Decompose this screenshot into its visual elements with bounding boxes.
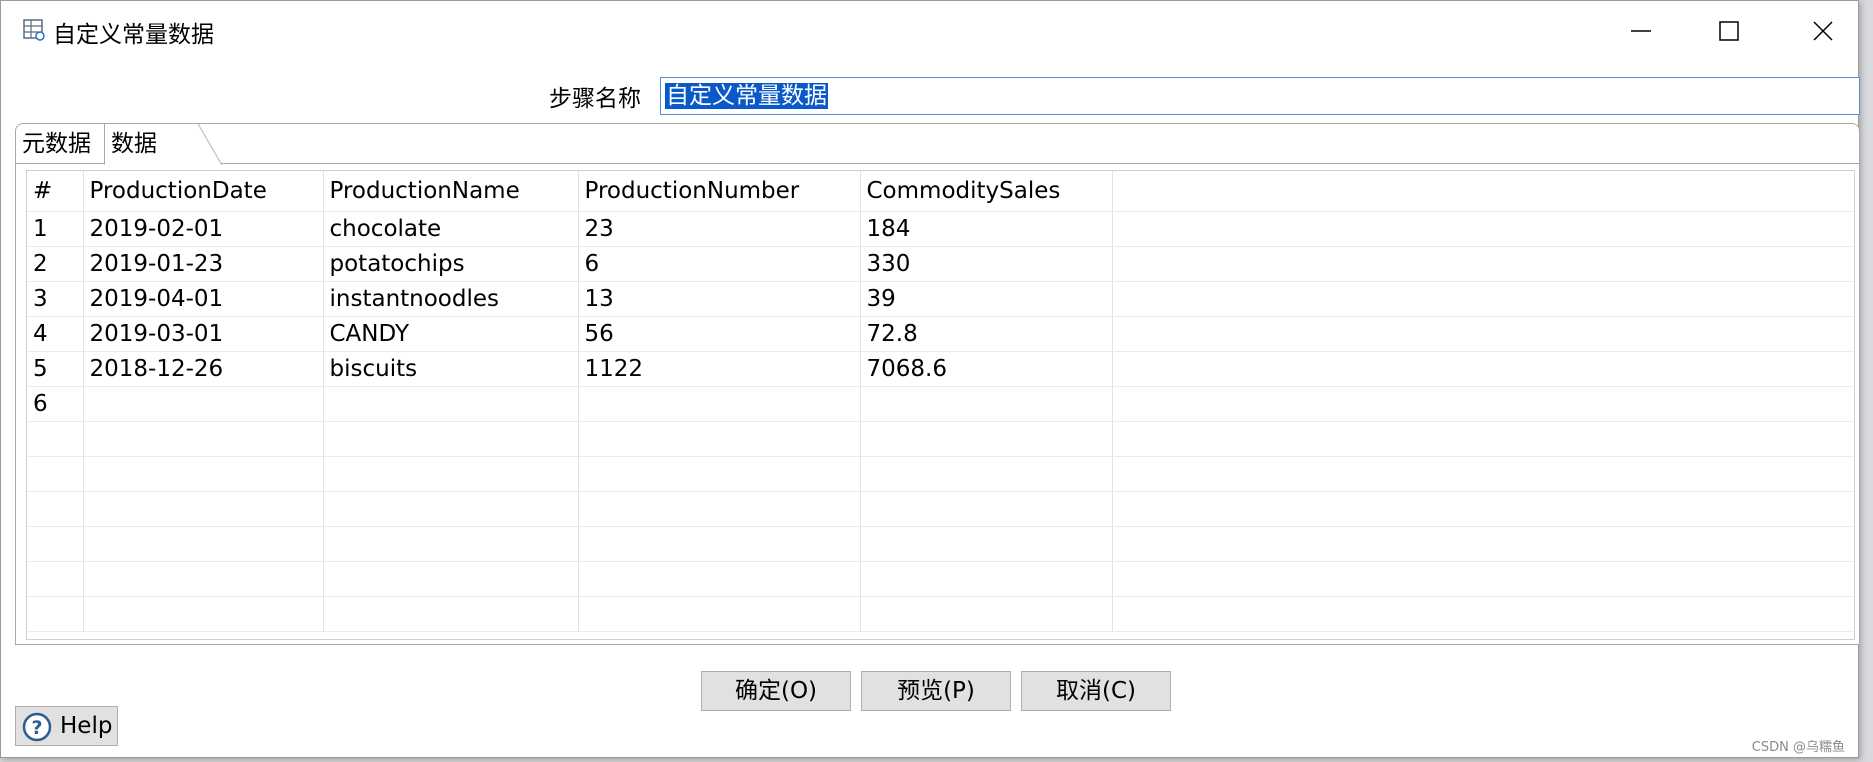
empty-row	[27, 526, 1854, 562]
background-app-strip	[1859, 0, 1873, 762]
table-cell[interactable]: instantnoodles	[323, 281, 579, 317]
table-row[interactable]: 6	[27, 386, 1854, 422]
empty-row	[27, 421, 1854, 457]
row-index-cell[interactable]: 4	[27, 316, 84, 352]
table-header-row: # ProductionDate ProductionName Producti…	[27, 171, 1854, 212]
row-index-cell[interactable]: 1	[27, 211, 84, 247]
table-cell-filler	[1112, 386, 1854, 422]
table-cell-filler	[1112, 211, 1854, 247]
data-grid[interactable]: # ProductionDate ProductionName Producti…	[26, 170, 1855, 640]
table-cell[interactable]: 2019-03-01	[83, 316, 324, 352]
help-label: Help	[60, 713, 113, 739]
empty-row	[27, 596, 1854, 632]
table-cell-filler	[1112, 246, 1854, 282]
cancel-button[interactable]: 取消(C)	[1021, 671, 1171, 711]
step-name-label: 步骤名称	[549, 86, 641, 112]
table-cell[interactable]: biscuits	[323, 351, 579, 387]
table-cell[interactable]: 39	[860, 281, 1113, 317]
column-header-production-date[interactable]: ProductionDate	[83, 171, 324, 212]
row-index-cell[interactable]: 3	[27, 281, 84, 317]
column-header-production-name[interactable]: ProductionName	[323, 171, 579, 212]
watermark: CSDN @乌糯鱼	[1751, 740, 1845, 755]
minimize-button[interactable]	[1611, 9, 1671, 53]
table-cell[interactable]	[860, 386, 1113, 422]
row-index-cell[interactable]: 2	[27, 246, 84, 282]
row-index-cell[interactable]: 6	[27, 386, 84, 422]
empty-row	[27, 456, 1854, 492]
column-header-production-number[interactable]: ProductionNumber	[578, 171, 861, 212]
table-cell[interactable]	[83, 386, 324, 422]
table-cell[interactable]: 2018-12-26	[83, 351, 324, 387]
table-cell[interactable]	[323, 386, 579, 422]
tab-bar: 元数据 数据	[16, 124, 1859, 165]
maximize-icon	[1719, 21, 1739, 41]
preview-button[interactable]: 预览(P)	[861, 671, 1011, 711]
dialog-window: 自定义常量数据 步骤名称 自定义常量数据 元数据 数据 # Production…	[0, 0, 1860, 758]
table-cell-filler	[1112, 316, 1854, 352]
tab-panel: 元数据 数据 # ProductionDate ProductionName P…	[15, 123, 1860, 645]
table-row[interactable]: 2 2019-01-23 potatochips 6 330	[27, 246, 1854, 282]
close-icon	[1813, 21, 1833, 41]
ok-button[interactable]: 确定(O)	[701, 671, 851, 711]
table-cell[interactable]: 2019-02-01	[83, 211, 324, 247]
table-cell[interactable]: 72.8	[860, 316, 1113, 352]
close-button[interactable]	[1793, 9, 1853, 53]
table-row[interactable]: 5 2018-12-26 biscuits 1122 7068.6	[27, 351, 1854, 387]
empty-row	[27, 561, 1854, 597]
table-cell-filler	[1112, 281, 1854, 317]
column-header-filler	[1112, 171, 1854, 212]
svg-text:?: ?	[31, 717, 42, 739]
help-button[interactable]: ? Help	[15, 706, 118, 746]
step-name-value: 自定义常量数据	[665, 83, 828, 109]
column-header-index[interactable]: #	[27, 171, 84, 212]
table-cell[interactable]: 1122	[578, 351, 861, 387]
table-row[interactable]: 1 2019-02-01 chocolate 23 184	[27, 211, 1854, 247]
table-grid-icon	[23, 19, 45, 41]
title-bar[interactable]: 自定义常量数据	[1, 1, 1858, 61]
table-cell[interactable]: potatochips	[323, 246, 579, 282]
table-cell[interactable]: 2019-01-23	[83, 246, 324, 282]
background-app-strip-bottom	[0, 758, 1873, 762]
maximize-button[interactable]	[1699, 9, 1759, 53]
table-cell[interactable]: CANDY	[323, 316, 579, 352]
empty-row	[27, 491, 1854, 527]
data-table: # ProductionDate ProductionName Producti…	[27, 171, 1854, 632]
window-title: 自定义常量数据	[53, 22, 214, 48]
table-row[interactable]: 3 2019-04-01 instantnoodles 13 39	[27, 281, 1854, 317]
table-cell[interactable]: chocolate	[323, 211, 579, 247]
table-row[interactable]: 4 2019-03-01 CANDY 56 72.8	[27, 316, 1854, 352]
help-question-icon: ?	[22, 712, 52, 742]
table-cell[interactable]: 184	[860, 211, 1113, 247]
table-cell[interactable]: 330	[860, 246, 1113, 282]
table-cell[interactable]: 7068.6	[860, 351, 1113, 387]
tab-data[interactable]: 数据	[104, 124, 222, 165]
step-name-input[interactable]: 自定义常量数据	[660, 77, 1860, 115]
minimize-icon	[1631, 30, 1651, 32]
table-cell[interactable]: 56	[578, 316, 861, 352]
row-index-cell[interactable]: 5	[27, 351, 84, 387]
table-cell[interactable]: 6	[578, 246, 861, 282]
tab-metadata[interactable]: 元数据	[16, 124, 104, 164]
table-cell[interactable]: 13	[578, 281, 861, 317]
table-cell[interactable]: 23	[578, 211, 861, 247]
table-cell-filler	[1112, 351, 1854, 387]
table-cell[interactable]: 2019-04-01	[83, 281, 324, 317]
column-header-commodity-sales[interactable]: CommoditySales	[860, 171, 1113, 212]
table-cell[interactable]	[578, 386, 861, 422]
